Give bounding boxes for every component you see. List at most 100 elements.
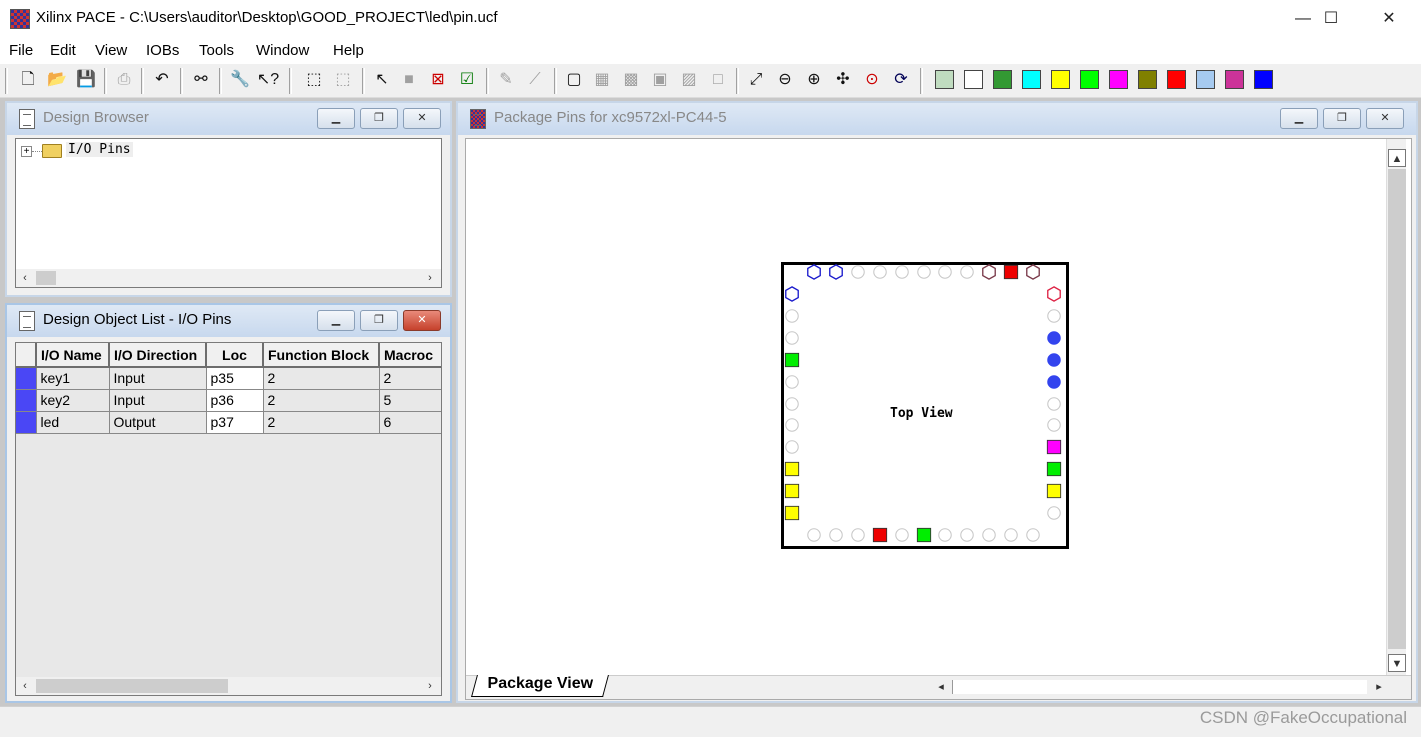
refresh-icon[interactable]: ⟳: [889, 68, 913, 92]
menu-help[interactable]: Help: [333, 42, 364, 59]
cell-io-name[interactable]: led: [36, 411, 110, 434]
scroll-right-icon[interactable]: ▸: [1370, 678, 1388, 696]
zoom-select-icon[interactable]: ⊙: [860, 68, 884, 92]
row-selector[interactable]: [16, 367, 37, 390]
pin-square[interactable]: [784, 505, 800, 521]
horizontal-scrollbar[interactable]: ‹ ›: [16, 269, 441, 287]
horizontal-scrollbar[interactable]: ‹ ›: [16, 677, 441, 695]
zoom-full-icon[interactable]: ✣: [831, 68, 855, 92]
pin-circle[interactable]: [1046, 308, 1062, 324]
color-swatch[interactable]: [935, 70, 954, 89]
column-header-io-name[interactable]: I/O Name: [36, 343, 110, 368]
cell-io-direction[interactable]: Input: [109, 367, 207, 390]
pin-circle[interactable]: [937, 264, 953, 280]
cell-function-block[interactable]: 2: [263, 367, 380, 390]
pin-square[interactable]: [784, 352, 800, 368]
view-mode-2-icon[interactable]: ▦: [590, 68, 614, 92]
color-swatch[interactable]: [1254, 70, 1273, 89]
cell-io-name[interactable]: key1: [36, 367, 110, 390]
pin-circle[interactable]: [806, 527, 822, 543]
pin-square[interactable]: [784, 461, 800, 477]
pin-circle[interactable]: [1046, 505, 1062, 521]
checked-box-icon[interactable]: ☑: [455, 68, 479, 92]
cell-io-name[interactable]: key2: [36, 389, 110, 412]
panel-restore-button[interactable]: ❐: [360, 310, 398, 331]
open-folder-icon[interactable]: 📂: [45, 68, 69, 92]
horizontal-scrollbar[interactable]: ◂ ▸: [932, 678, 1388, 696]
pointer-icon[interactable]: ↖: [370, 68, 394, 92]
pin-circle[interactable]: [959, 264, 975, 280]
cell-macrocell[interactable]: 5: [379, 389, 441, 412]
cell-macrocell[interactable]: 2: [379, 367, 441, 390]
row-selector-header[interactable]: [16, 343, 37, 368]
cell-loc[interactable]: p37: [206, 411, 264, 434]
pin-circle[interactable]: [828, 527, 844, 543]
pin-circle[interactable]: [784, 417, 800, 433]
pin-square[interactable]: [1046, 439, 1062, 455]
cell-io-direction[interactable]: Input: [109, 389, 207, 412]
zoom-fit-icon[interactable]: ⤢: [744, 68, 768, 92]
row-selector[interactable]: [16, 389, 37, 412]
color-swatch[interactable]: [1022, 70, 1041, 89]
scroll-thumb[interactable]: [36, 679, 228, 693]
pin-dot[interactable]: [1046, 352, 1062, 368]
new-file-icon[interactable]: 🗋: [16, 68, 40, 92]
tree-expander[interactable]: +: [21, 146, 32, 157]
print-icon[interactable]: ⎙: [112, 68, 136, 92]
pin-circle[interactable]: [1003, 527, 1019, 543]
whats-this-icon[interactable]: ↖?: [256, 68, 280, 92]
pin-circle[interactable]: [1046, 417, 1062, 433]
view-mode-4-icon[interactable]: ▣: [648, 68, 672, 92]
filled-square-icon[interactable]: ■: [397, 68, 421, 92]
menu-iobs[interactable]: IOBs: [146, 42, 179, 59]
pin-square[interactable]: [1046, 483, 1062, 499]
pin-square[interactable]: [872, 527, 888, 543]
cell-io-direction[interactable]: Output: [109, 411, 207, 434]
scroll-up-icon[interactable]: ▲: [1388, 149, 1406, 167]
view-mode-6-icon[interactable]: □: [706, 68, 730, 92]
pin-circle[interactable]: [784, 330, 800, 346]
color-swatch[interactable]: [964, 70, 983, 89]
menu-view[interactable]: View: [95, 42, 127, 59]
pin-circle[interactable]: [1025, 527, 1041, 543]
panel-restore-button[interactable]: ❐: [1323, 108, 1361, 129]
pin-hex[interactable]: [1046, 286, 1062, 302]
pin-circle[interactable]: [981, 527, 997, 543]
pin-circle[interactable]: [850, 527, 866, 543]
panel-close-button[interactable]: ✕: [1366, 108, 1404, 129]
save-icon[interactable]: 💾: [74, 68, 98, 92]
wrench-icon[interactable]: 🔧: [228, 68, 252, 92]
column-header-loc[interactable]: Loc: [206, 343, 264, 368]
column-header-function-block[interactable]: Function Block: [263, 343, 380, 368]
color-swatch[interactable]: [1138, 70, 1157, 89]
pin-hex[interactable]: [1025, 264, 1041, 280]
scroll-thumb[interactable]: [36, 271, 56, 285]
table-row[interactable]: key1 Input p35 2 2: [16, 367, 441, 390]
panel-minimize-button[interactable]: ▁: [317, 310, 355, 331]
zoom-out-icon[interactable]: ⊖: [773, 68, 797, 92]
pin-circle[interactable]: [894, 527, 910, 543]
color-swatch[interactable]: [1196, 70, 1215, 89]
pin-circle[interactable]: [784, 439, 800, 455]
pin-square[interactable]: [784, 483, 800, 499]
scroll-left-icon[interactable]: ◂: [932, 678, 950, 696]
undo-icon[interactable]: ↶: [150, 68, 174, 92]
table-row[interactable]: key2 Input p36 2 5: [16, 389, 441, 412]
panel-close-button[interactable]: ✕: [403, 310, 441, 331]
pin-circle[interactable]: [784, 374, 800, 390]
pin-circle[interactable]: [784, 308, 800, 324]
color-swatch[interactable]: [993, 70, 1012, 89]
color-swatch[interactable]: [1109, 70, 1128, 89]
scroll-down-icon[interactable]: ▼: [1388, 654, 1406, 672]
column-header-macrocell[interactable]: Macroc: [379, 343, 441, 368]
view-mode-3-icon[interactable]: ▩: [619, 68, 643, 92]
panel-minimize-button[interactable]: ▁: [1280, 108, 1318, 129]
scroll-thumb[interactable]: [952, 680, 1367, 694]
pin-circle[interactable]: [850, 264, 866, 280]
color-swatch[interactable]: [1225, 70, 1244, 89]
panel-close-button[interactable]: ✕: [403, 108, 441, 129]
panel-minimize-button[interactable]: ▁: [317, 108, 355, 129]
select-area-icon[interactable]: ⬚: [302, 68, 326, 92]
delete-box-icon[interactable]: ⊠: [426, 68, 450, 92]
pin-dot[interactable]: [1046, 374, 1062, 390]
